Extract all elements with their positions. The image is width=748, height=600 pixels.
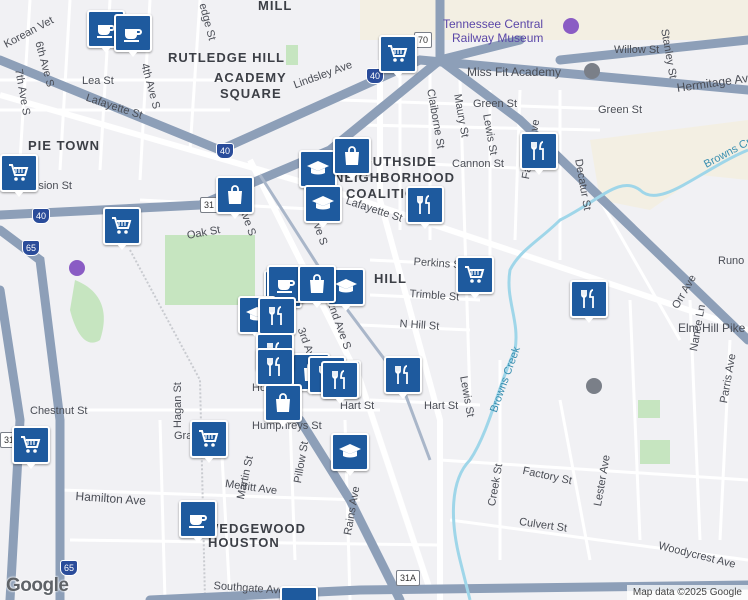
map-marker-shopping[interactable] — [216, 176, 254, 219]
restaurant-fork-knife-icon — [417, 195, 430, 214]
map-marker-restaurant[interactable] — [406, 186, 444, 229]
google-logo: Google — [6, 575, 69, 596]
neighborhood-label: RUTLEDGE HILL — [168, 50, 285, 65]
map-marker-grocery[interactable] — [190, 420, 228, 463]
restaurant-fork-knife-icon — [332, 370, 345, 389]
street-label: Runo — [718, 255, 745, 267]
school-graduation-cap-icon — [339, 444, 361, 458]
map-base-layer — [0, 0, 748, 600]
restaurant-fork-knife-icon — [269, 306, 282, 325]
interstate-shield: 65 — [60, 560, 78, 576]
map-marker-shopping[interactable] — [264, 384, 302, 427]
map-marker-restaurant[interactable] — [321, 361, 359, 404]
neighborhood-label: WEDGEWOOD — [206, 521, 306, 536]
street-label: Green St — [598, 104, 643, 116]
map-marker-restaurant[interactable] — [520, 132, 558, 175]
coffee-shop-icon — [277, 280, 295, 293]
map-marker-grocery[interactable] — [379, 35, 417, 78]
map-marker-grocery[interactable] — [0, 154, 38, 197]
museum-icon[interactable] — [563, 18, 579, 34]
grocery-cart-icon — [21, 436, 41, 453]
map-marker-restaurant[interactable] — [256, 348, 294, 391]
interstate-shield: 40 — [216, 143, 234, 159]
neighborhood-label: MILL — [258, 0, 293, 13]
poi-label[interactable]: Railway Museum — [452, 32, 543, 44]
map-marker-school[interactable] — [304, 185, 342, 228]
neighborhood-label: PIE TOWN — [28, 138, 101, 153]
coffee-shop-icon — [287, 593, 311, 600]
map-marker-coffee[interactable] — [179, 500, 217, 543]
street-label: Cannon St — [452, 158, 504, 170]
map-marker-restaurant[interactable] — [570, 280, 608, 323]
interstate-shield: 40 — [32, 208, 50, 224]
map-marker-shopping[interactable] — [298, 265, 336, 308]
grocery-cart-icon — [9, 164, 29, 181]
map-marker-shopping[interactable] — [333, 137, 371, 180]
museum-icon[interactable] — [69, 260, 85, 276]
gym-icon[interactable] — [584, 63, 600, 79]
street-label: Hart St — [424, 400, 459, 412]
interstate-shield: 65 — [22, 240, 40, 256]
coffee-shop-icon — [124, 29, 142, 42]
map-marker-school[interactable] — [299, 150, 337, 193]
restaurant-fork-knife-icon — [531, 141, 544, 160]
grocery-cart-icon — [465, 266, 485, 283]
school-graduation-cap-icon — [307, 161, 329, 175]
shopping-bag-icon — [310, 274, 324, 293]
street-label: Lea St — [82, 75, 114, 87]
map-marker-restaurant[interactable] — [384, 356, 422, 399]
street-label: Hagan St — [172, 382, 184, 428]
neighborhood-label: HILL — [374, 271, 407, 286]
map-marker-restaurant[interactable] — [258, 297, 296, 340]
park-area — [165, 235, 255, 305]
restaurant-fork-knife-icon — [581, 289, 594, 308]
browns-creek — [452, 148, 748, 600]
poi-label[interactable]: Miss Fit Academy — [467, 66, 561, 78]
map-canvas[interactable]: MILL RUTLEDGE HILL ACADEMY SQUARE PIE TO… — [0, 0, 748, 600]
map-marker-grocery[interactable] — [456, 256, 494, 299]
shopping-bag-icon — [345, 146, 359, 165]
street-label: Willow St — [614, 44, 660, 56]
grocery-cart-icon — [112, 217, 132, 234]
street-label: Elm Hill Pike — [678, 321, 746, 335]
map-marker-coffee[interactable] — [280, 586, 318, 600]
poi-label[interactable]: Tennessee Central — [443, 18, 543, 30]
grocery-cart-icon — [199, 430, 219, 447]
street-label: Green St — [473, 98, 518, 110]
map-marker-grocery[interactable] — [12, 426, 50, 469]
restaurant-fork-knife-icon — [395, 365, 408, 384]
street-label: Chestnut St — [30, 405, 88, 417]
grocery-cart-icon — [388, 45, 408, 62]
shopping-bag-icon — [276, 393, 290, 412]
shopping-bag-icon — [228, 185, 242, 204]
us-route-shield: 31A — [396, 570, 420, 586]
school-graduation-cap-icon — [335, 279, 357, 293]
school-graduation-cap-icon — [312, 196, 334, 210]
neighborhood-label: HOUSTON — [208, 535, 280, 550]
neighborhood-label: SQUARE — [220, 86, 282, 101]
map-marker-grocery[interactable] — [103, 207, 141, 250]
coffee-shop-icon — [189, 515, 207, 528]
restaurant-fork-knife-icon — [267, 357, 280, 376]
neighborhood-label: ACADEMY — [214, 70, 287, 85]
school-poi-icon[interactable] — [586, 378, 602, 394]
map-marker-coffee[interactable] — [114, 14, 152, 57]
map-attribution[interactable]: Map data ©2025 Google — [626, 585, 748, 600]
map-marker-school[interactable] — [331, 433, 369, 476]
